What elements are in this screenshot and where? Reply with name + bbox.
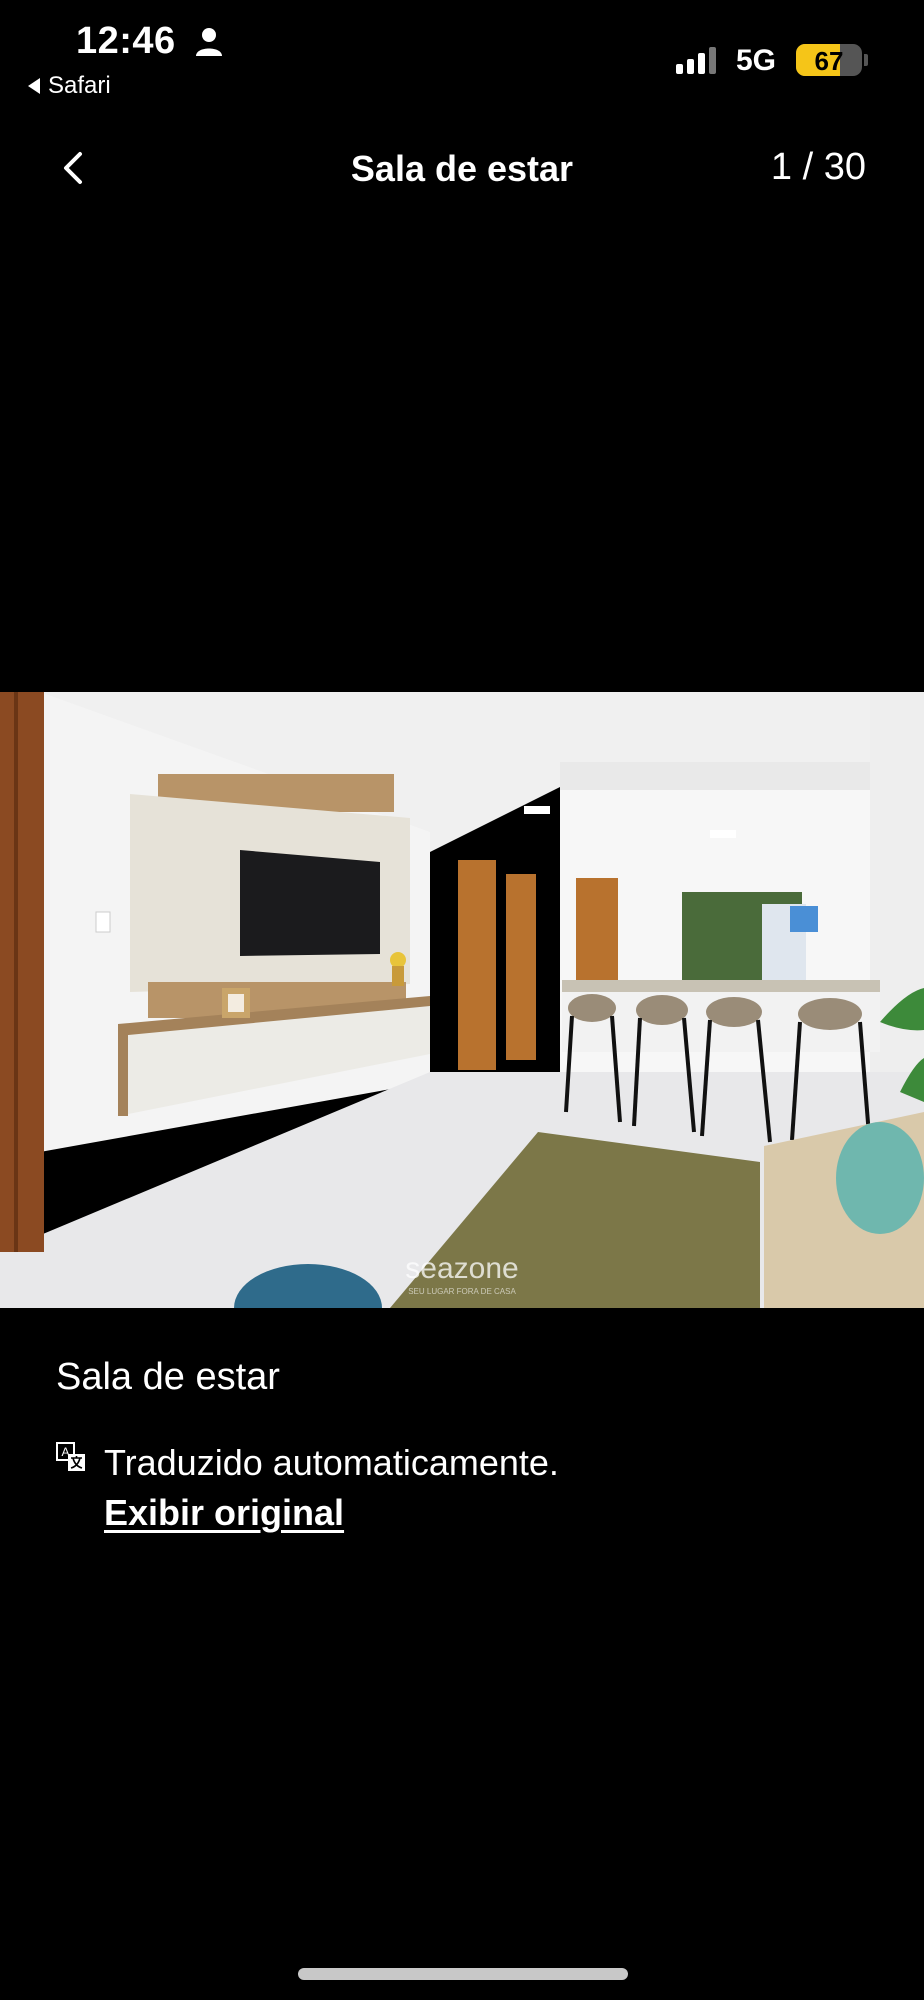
show-original-link[interactable]: Exibir original <box>104 1492 344 1534</box>
status-bar: 12:46 Safari 5G 67 <box>0 0 924 110</box>
watermark-tagline: SEU LUGAR FORA DE CASA <box>408 1287 516 1296</box>
status-time: 12:46 <box>76 20 176 62</box>
auto-translated-notice: Traduzido automaticamente. <box>104 1442 559 1483</box>
living-room-photo: seazone SEU LUGAR FORA DE CASA <box>0 692 924 1308</box>
translate-icon: A <box>56 1442 85 1471</box>
photo-counter: 1 / 30 <box>770 146 866 188</box>
gallery-photo[interactable]: seazone SEU LUGAR FORA DE CASA <box>0 692 924 1308</box>
back-app-label: Safari <box>48 72 111 99</box>
home-indicator[interactable] <box>298 1968 628 1980</box>
person-icon <box>196 28 222 56</box>
battery-icon: 67 <box>796 44 862 76</box>
back-to-app-link[interactable]: Safari <box>28 72 111 100</box>
battery-cap <box>864 54 868 66</box>
watermark-brand: seazone <box>405 1252 518 1285</box>
caption-title: Sala de estar <box>56 1356 280 1398</box>
network-type: 5G <box>736 44 777 77</box>
signal-icon <box>676 46 716 74</box>
battery-level: 67 <box>814 46 844 76</box>
back-triangle-icon <box>28 78 40 94</box>
